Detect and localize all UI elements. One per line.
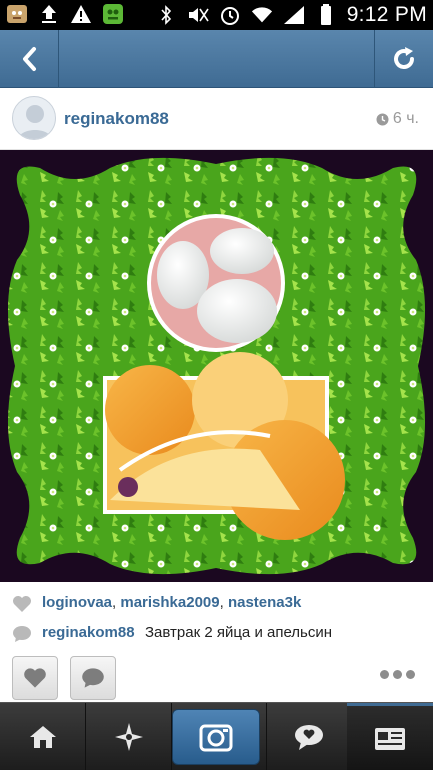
tab-home[interactable] (0, 703, 86, 770)
like-user-link[interactable]: nastena3k (228, 594, 301, 611)
heart-icon (13, 596, 31, 612)
upload-icon (38, 3, 60, 25)
more-options-button[interactable] (380, 670, 415, 679)
battery-icon (315, 4, 337, 26)
camera-icon (199, 724, 233, 752)
tab-profile-news[interactable] (347, 703, 433, 770)
game-app-icon (102, 3, 124, 25)
post-username[interactable]: reginakom88 (64, 109, 169, 129)
clock-icon (376, 113, 389, 125)
status-left-icons (6, 3, 124, 25)
alarm-icon (219, 4, 241, 26)
heart-icon (24, 668, 46, 688)
tab-camera[interactable] (172, 709, 260, 765)
more-dot (393, 670, 402, 679)
photo-collage-image (7, 157, 426, 575)
signal-icon (283, 4, 305, 26)
explore-star-icon (114, 723, 143, 751)
likes-text: loginovaa, marishka2009, nastena3k (42, 594, 301, 611)
caption-username[interactable]: reginakom88 (42, 624, 135, 641)
post-photo[interactable] (0, 150, 433, 582)
caption-text: Завтрак 2 яйца и апельсин (145, 624, 333, 641)
like-button[interactable] (12, 656, 58, 700)
post-header: reginakom88 6 ч. (0, 88, 433, 150)
avatar[interactable] (12, 96, 56, 140)
post-time: 6 ч. (376, 110, 419, 128)
comment-icon (13, 626, 31, 642)
comment-button[interactable] (70, 656, 116, 700)
back-button[interactable] (0, 30, 59, 88)
post-actions (0, 652, 433, 702)
bottom-tab-bar (0, 702, 433, 770)
mute-icon (187, 4, 209, 26)
top-nav-bar (0, 30, 433, 88)
likes-row: loginovaa, marishka2009, nastena3k (0, 590, 433, 618)
status-bar: 9:12 PM (0, 0, 433, 30)
like-user-link[interactable]: marishka2009 (120, 594, 219, 611)
caption-row: reginakom88 Завтрак 2 яйца и апельсин (0, 620, 433, 648)
bluetooth-icon (155, 4, 177, 26)
likes-separator: , (219, 594, 228, 611)
tab-explore[interactable] (86, 703, 172, 770)
refresh-button[interactable] (374, 30, 433, 88)
chevron-left-icon (23, 47, 36, 71)
activity-bubble-icon (295, 725, 323, 750)
cat-app-icon (6, 3, 28, 25)
more-dot (406, 670, 415, 679)
tab-activity[interactable] (266, 703, 352, 770)
warning-icon (70, 3, 92, 25)
refresh-icon (394, 47, 414, 69)
status-time: 9:12 PM (346, 3, 427, 26)
home-icon (29, 726, 56, 748)
like-user-link[interactable]: loginovaa (42, 594, 112, 611)
comment-icon (82, 668, 104, 688)
more-dot (380, 670, 389, 679)
post-time-text: 6 ч. (392, 110, 419, 127)
wifi-icon (251, 4, 273, 26)
status-right-icons: 9:12 PM (155, 3, 427, 27)
news-card-icon (375, 727, 405, 750)
